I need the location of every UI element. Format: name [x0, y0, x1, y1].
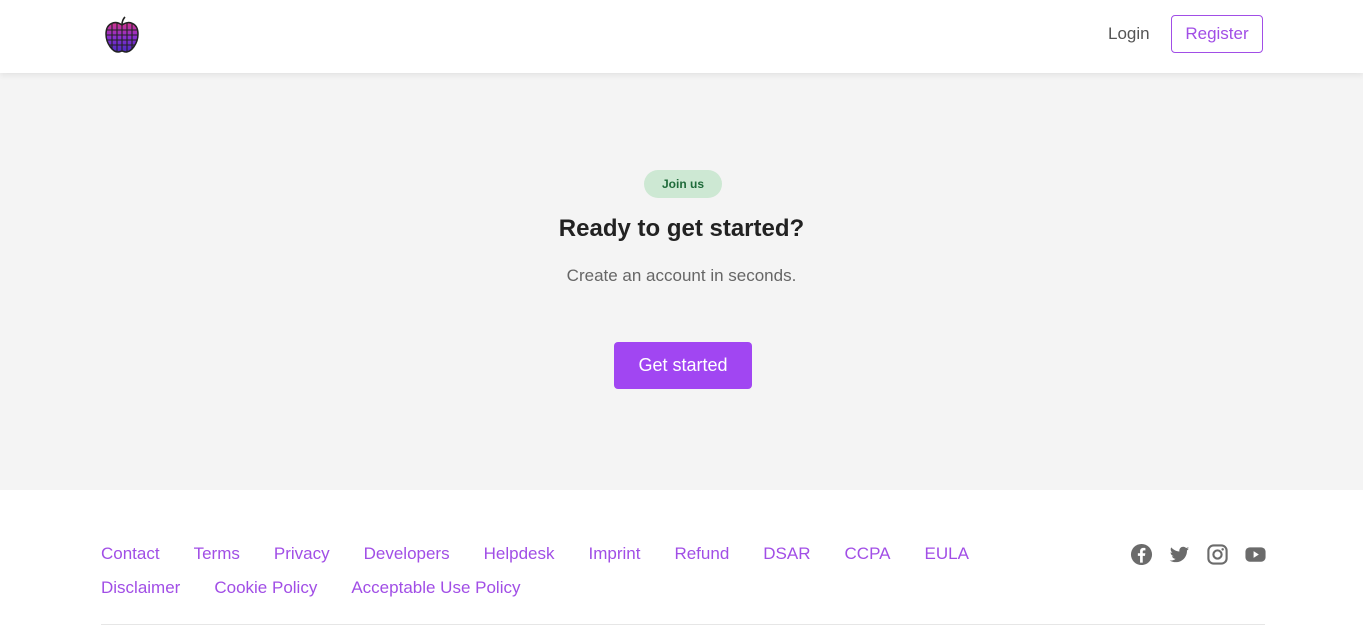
- footer-link-refund[interactable]: Refund: [674, 542, 729, 566]
- footer-links: Contact Terms Privacy Developers Helpdes…: [101, 542, 1001, 600]
- instagram-icon: [1207, 544, 1228, 565]
- twitter-icon: [1169, 546, 1190, 563]
- footer-link-contact[interactable]: Contact: [101, 542, 160, 566]
- footer-link-disclaimer[interactable]: Disclaimer: [101, 576, 180, 600]
- twitter-link[interactable]: [1168, 543, 1191, 566]
- youtube-icon: [1245, 547, 1266, 562]
- footer-divider: [101, 624, 1265, 625]
- social-links: [1130, 543, 1267, 566]
- footer-link-acceptable-use-policy[interactable]: Acceptable Use Policy: [351, 576, 520, 600]
- cta-subtitle: Create an account in seconds.: [566, 266, 797, 285]
- get-started-button[interactable]: Get started: [614, 342, 752, 389]
- footer-link-cookie-policy[interactable]: Cookie Policy: [214, 576, 317, 600]
- youtube-link[interactable]: [1244, 543, 1267, 566]
- apple-logo-icon: [105, 16, 139, 53]
- register-button[interactable]: Register: [1171, 15, 1263, 53]
- footer-link-privacy[interactable]: Privacy: [274, 542, 330, 566]
- facebook-icon: [1130, 543, 1153, 566]
- footer-link-imprint[interactable]: Imprint: [588, 542, 640, 566]
- login-link[interactable]: Login: [1108, 22, 1150, 46]
- footer-link-helpdesk[interactable]: Helpdesk: [484, 542, 555, 566]
- cta-section: Join us Ready to get started? Create an …: [0, 73, 1363, 490]
- footer-link-developers[interactable]: Developers: [364, 542, 450, 566]
- footer-link-dsar[interactable]: DSAR: [763, 542, 810, 566]
- footer-link-terms[interactable]: Terms: [194, 542, 240, 566]
- site-header: Login Register: [0, 0, 1363, 73]
- footer-link-eula[interactable]: EULA: [925, 542, 969, 566]
- site-footer: Contact Terms Privacy Developers Helpdes…: [0, 490, 1363, 635]
- facebook-link[interactable]: [1130, 543, 1153, 566]
- footer-link-ccpa[interactable]: CCPA: [845, 542, 891, 566]
- cta-heading: Ready to get started?: [558, 215, 805, 242]
- instagram-link[interactable]: [1206, 543, 1229, 566]
- join-us-badge: Join us: [644, 170, 722, 198]
